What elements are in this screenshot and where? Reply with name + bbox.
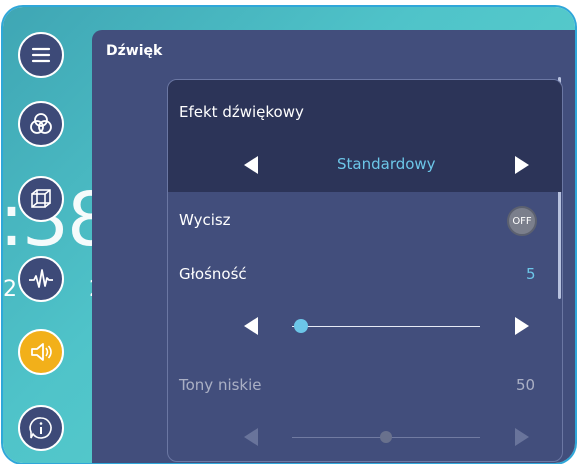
mute-toggle[interactable]: OFF <box>507 206 537 236</box>
volume-label: Głośność <box>179 265 247 283</box>
bass-increase-arrow-icon[interactable] <box>515 428 529 446</box>
speaker-icon <box>31 343 52 361</box>
volume-slider-track[interactable] <box>292 326 480 327</box>
effect-next-arrow-icon[interactable] <box>515 156 529 174</box>
sound-panel: Dźwięk Efekt dźwiękowy Standardowy Wycis… <box>92 30 575 463</box>
bass-value: 50 <box>516 376 536 394</box>
bass-slider-knob[interactable] <box>380 431 392 443</box>
info-icon <box>29 417 52 439</box>
volume-increase-arrow-icon[interactable] <box>515 317 529 335</box>
settings-list: Efekt dźwiękowy Standardowy Wycisz OFF G… <box>167 79 563 462</box>
sound-settings-button[interactable] <box>18 329 64 375</box>
volume-slider-knob[interactable] <box>294 319 309 333</box>
volume-value: 5 <box>526 265 536 283</box>
panel-title: Dźwięk <box>106 43 163 59</box>
menu-icon <box>31 47 51 63</box>
display-settings-button[interactable] <box>18 101 64 147</box>
sound-effect-value: Standardowy <box>337 155 436 173</box>
audio-wave-button[interactable] <box>18 256 64 302</box>
volume-decrease-arrow-icon[interactable] <box>244 317 258 335</box>
sound-effect-row[interactable]: Efekt dźwiękowy Standardowy <box>168 80 562 192</box>
cube-icon <box>31 189 51 208</box>
mute-label: Wycisz <box>179 211 231 229</box>
waveform-icon <box>29 269 53 288</box>
menu-button[interactable] <box>18 32 64 78</box>
screen-frame: :38 2 20 <box>3 7 575 463</box>
sound-effect-label: Efekt dźwiękowy <box>179 103 304 121</box>
bass-decrease-arrow-icon[interactable] <box>244 428 258 446</box>
info-button[interactable] <box>18 405 64 451</box>
bass-label: Tony niskie <box>179 376 262 394</box>
screen-settings-button[interactable] <box>18 176 64 222</box>
color-circles-icon <box>30 113 52 134</box>
effect-prev-arrow-icon[interactable] <box>244 156 258 174</box>
sidebar <box>3 7 99 463</box>
